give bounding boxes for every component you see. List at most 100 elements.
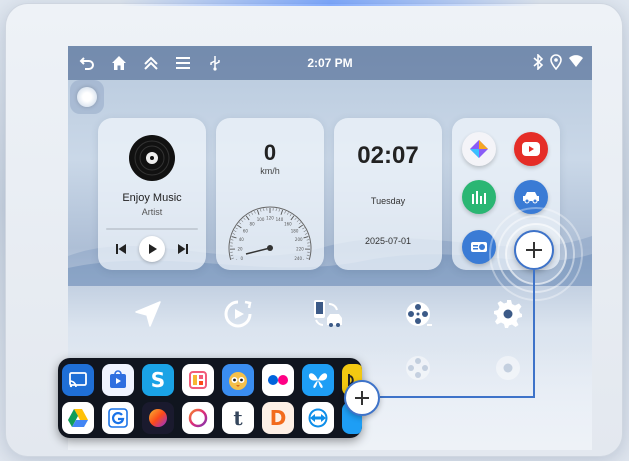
gauge-tick (290, 215, 295, 221)
gauge-tick (236, 224, 242, 229)
gauge-tick-label: 120 (266, 216, 274, 221)
play-icon[interactable] (138, 236, 165, 262)
plus-icon (526, 242, 542, 258)
video-reel-icon (400, 350, 436, 386)
navigation-icon[interactable] (130, 296, 166, 332)
gauge-tick (304, 233, 308, 235)
flickr-icon[interactable] (262, 364, 294, 396)
teamviewer-icon[interactable] (302, 402, 334, 434)
back-icon[interactable] (78, 54, 96, 72)
add-app-button[interactable] (344, 380, 380, 416)
gauge-tick (303, 230, 307, 232)
plus-icon (355, 391, 369, 405)
settings-icon (490, 350, 526, 386)
ring-app-icon[interactable] (182, 402, 214, 434)
youtube-app-icon[interactable] (514, 132, 548, 166)
clock-widget[interactable]: 02:07 Tuesday 2025-07-01 (334, 118, 442, 270)
dock-bar (68, 296, 592, 336)
gauge-tick (231, 257, 234, 259)
owl-app-icon[interactable] (222, 364, 254, 396)
tumblr-icon[interactable]: t (222, 402, 254, 434)
gauge-tick (235, 227, 238, 230)
double-chevron-up-icon[interactable] (142, 54, 160, 72)
speed-gauge: 0 20 40 6080100 120 140160 180 200 220 240 (228, 206, 312, 260)
usb-icon (206, 54, 224, 72)
gauge-tick (260, 209, 262, 212)
clock-day: Tuesday (370, 196, 406, 206)
gauge-tick (296, 219, 299, 223)
gauge-tick (232, 233, 236, 235)
music-artist: Artist (141, 207, 163, 217)
gauge-tick (245, 215, 250, 221)
g-app-icon[interactable] (102, 402, 134, 434)
gauge-tick (251, 212, 253, 215)
bluetooth-icon (532, 53, 544, 75)
gauge-tick (284, 211, 286, 214)
app-picker-panel: S t D (58, 358, 362, 438)
gallery-app-icon[interactable] (462, 132, 496, 166)
gauge-tick-label: 180 (291, 228, 299, 233)
gauge-tick (294, 217, 297, 220)
floating-assist-ball[interactable] (70, 80, 104, 114)
gauge-tick (256, 209, 260, 215)
d-app-icon[interactable]: D (262, 402, 294, 434)
collage-icon[interactable] (182, 364, 214, 396)
clock-time: 02:07 (357, 142, 419, 169)
settings-icon[interactable] (490, 296, 526, 332)
gauge-tick-label: 20 (237, 246, 243, 251)
gauge-tick-label: 80 (250, 221, 256, 226)
phone-link-icon[interactable] (310, 296, 346, 332)
speed-unit: km/h (260, 166, 280, 176)
bezel-glow (120, 0, 540, 6)
home-icon[interactable] (110, 54, 128, 72)
gauge-tick (298, 224, 304, 229)
gauge-tick (302, 227, 305, 230)
google-drive-icon[interactable] (62, 402, 94, 434)
gauge-tick-label: 240 (294, 256, 302, 260)
gauge-tick (303, 236, 309, 239)
sphere-app-icon[interactable] (142, 402, 174, 434)
wifi-icon (568, 54, 584, 75)
gauge-tick (287, 212, 289, 215)
gauge-tick (248, 213, 251, 217)
status-bar: 2:07 PM (68, 46, 592, 80)
media-icon[interactable] (220, 296, 256, 332)
skype-icon[interactable]: S (142, 364, 174, 396)
play-store-icon[interactable] (102, 364, 134, 396)
butterfly-app-icon[interactable] (302, 364, 334, 396)
music-progress-bar[interactable] (106, 228, 198, 230)
location-icon (550, 54, 562, 75)
gauge-tick (233, 230, 237, 232)
gauge-tick-label: 160 (284, 221, 292, 226)
gauge-tick (243, 217, 246, 220)
clock-date: 2025-07-01 (364, 236, 412, 246)
gauge-tick (306, 257, 309, 259)
gauge-tick (289, 213, 292, 217)
speedometer-widget[interactable]: 0 km/h 0 20 40 60 80 100 120 140 160 180 200 220 240 (216, 118, 324, 270)
gauge-tick-label: 40 (239, 237, 245, 242)
gauge-tick (254, 211, 256, 214)
gauge-tick (298, 222, 301, 225)
gauge-tick (241, 219, 244, 223)
screen-cast-icon[interactable] (62, 364, 94, 396)
menu-icon[interactable] (174, 54, 192, 72)
gauge-tick (239, 222, 242, 225)
gauge-tick (280, 209, 284, 215)
vinyl-record-icon (129, 135, 175, 181)
gauge-tick (306, 239, 310, 241)
gauge-tick (231, 236, 237, 239)
next-icon[interactable] (172, 238, 194, 260)
gauge-tick-label: 200 (295, 237, 303, 242)
add-widget-button[interactable] (514, 230, 554, 270)
gauge-tick-label: 140 (276, 217, 284, 222)
gauge-tick (230, 239, 234, 241)
gauge-tick-label: 60 (243, 228, 249, 233)
previous-icon[interactable] (110, 238, 132, 260)
gauge-tick-label: 220 (296, 246, 304, 251)
video-reel-icon[interactable] (400, 296, 436, 332)
gauge-tick-label: 100 (257, 217, 265, 222)
gauge-tick (278, 209, 280, 212)
music-controls (98, 236, 206, 262)
music-title: Enjoy Music (122, 192, 182, 204)
music-widget[interactable]: Enjoy Music Artist (98, 118, 206, 270)
